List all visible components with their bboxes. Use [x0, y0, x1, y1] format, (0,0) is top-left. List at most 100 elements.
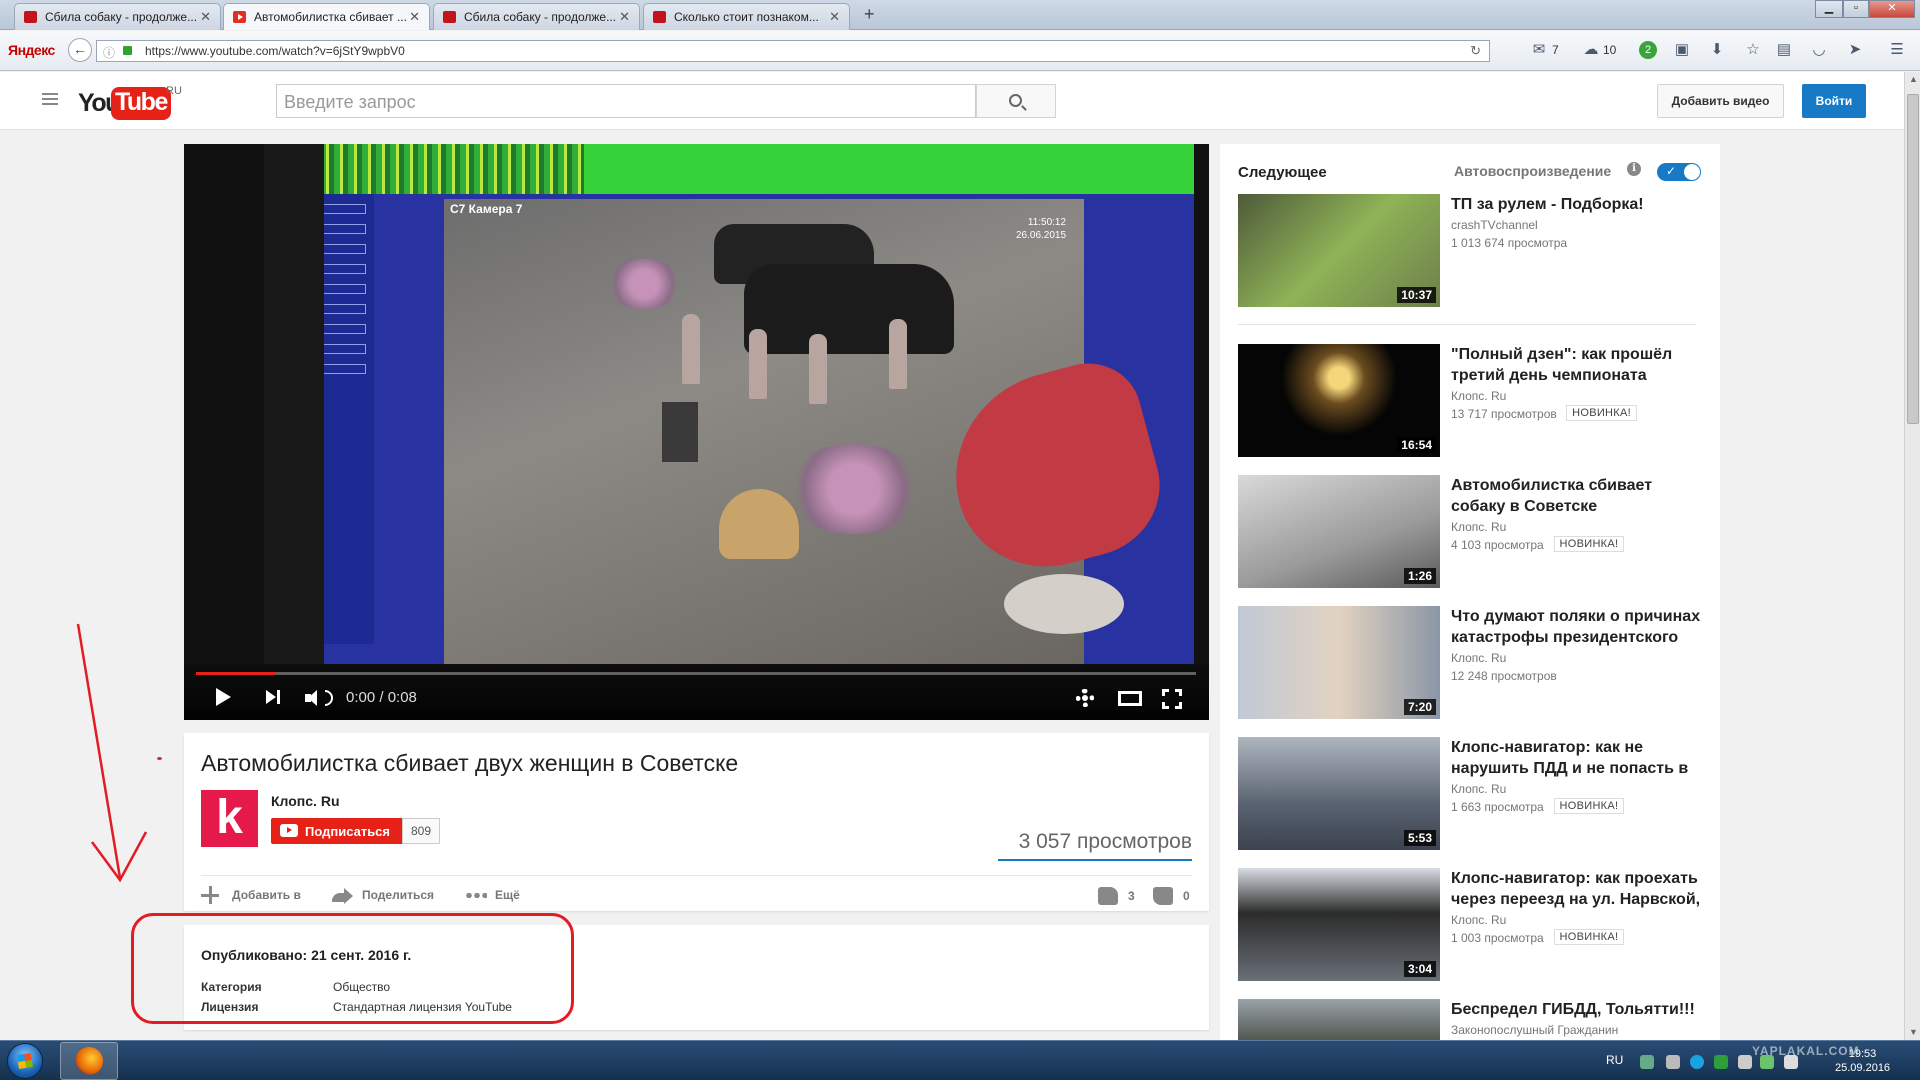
video-thumbnail[interactable]: 1:26 — [1238, 475, 1440, 588]
video-thumbnail[interactable] — [1238, 999, 1440, 1044]
close-window-button[interactable]: ✕ — [1869, 0, 1915, 18]
dislike-count: 0 — [1183, 889, 1190, 903]
video-title[interactable]: Клопс-навигатор: как проехать через пере… — [1451, 868, 1709, 910]
back-button[interactable]: ← — [68, 38, 92, 62]
yandex-brand[interactable]: Яндекс — [8, 42, 55, 58]
video-thumbnail[interactable]: 3:04 — [1238, 868, 1440, 981]
firefox-taskbar-button[interactable] — [60, 1042, 118, 1080]
video-duration: 3:04 — [1403, 961, 1436, 977]
video-thumbnail[interactable]: 7:20 — [1238, 606, 1440, 719]
next-icon[interactable] — [266, 690, 280, 704]
related-video-item[interactable]: 10:37 ТП за рулем - Подборка! crashTVchann… — [1238, 194, 1708, 307]
mail-icon[interactable]: ✉ — [1530, 41, 1548, 59]
annotation-dot — [157, 757, 162, 760]
search-placeholder: Введите запрос — [284, 92, 416, 112]
play-icon[interactable] — [216, 688, 231, 706]
dislike-icon[interactable] — [1153, 887, 1173, 905]
new-tab-icon[interactable]: + — [864, 4, 875, 25]
start-button[interactable] — [7, 1043, 43, 1079]
scrollbar-thumb[interactable] — [1907, 94, 1919, 424]
more-dots-icon[interactable] — [465, 893, 487, 898]
add-to-button[interactable]: Добавить в — [232, 888, 301, 902]
tab-close-icon[interactable]: ✕ — [829, 9, 840, 25]
menu-hamburger-icon[interactable]: ☰ — [1888, 41, 1906, 59]
scroll-down-icon[interactable]: ▼ — [1909, 1027, 1918, 1037]
scroll-up-icon[interactable]: ▲ — [1909, 74, 1918, 84]
browser-tab[interactable]: Сколько стоит познаком... ✕ — [643, 3, 850, 30]
search-button[interactable] — [976, 84, 1056, 118]
site-info-icon[interactable]: ⓘ — [103, 44, 115, 61]
divider — [201, 875, 1192, 876]
video-channel: Клопс. Ru — [1451, 651, 1507, 665]
sign-in-button[interactable]: Войти — [1802, 84, 1866, 118]
pocket-icon[interactable]: ◡ — [1810, 41, 1828, 59]
guide-menu-icon[interactable] — [42, 93, 58, 107]
related-video-item[interactable]: 7:20 Что думают поляки о причинах катастр… — [1238, 606, 1708, 719]
video-title[interactable]: Клопс-навигатор: как не нарушить ПДД и н… — [1451, 737, 1709, 779]
video-title[interactable]: Автомобилистка сбивает собаку в Советске — [1451, 475, 1709, 517]
notification-badge-icon[interactable]: 2 — [1639, 41, 1657, 59]
share-button[interactable]: Поделиться — [362, 888, 434, 902]
video-title[interactable]: Беспредел ГИБДД, Тольятти!!! — [1451, 999, 1709, 1020]
related-video-item[interactable]: 3:04 Клопс-навигатор: как проехать через … — [1238, 868, 1708, 981]
info-icon[interactable]: i — [1627, 162, 1641, 176]
tray-app-icon[interactable] — [1666, 1055, 1680, 1069]
reload-icon[interactable]: ↻ — [1470, 43, 1481, 59]
related-video-item[interactable]: 5:53 Клопс-навигатор: как не нарушить ПДД… — [1238, 737, 1708, 850]
tray-skype-icon[interactable] — [1690, 1055, 1704, 1069]
tab-title: Сколько стоит познаком... — [674, 10, 819, 24]
logo-tube: Tube — [111, 87, 171, 120]
theater-mode-icon[interactable] — [1118, 691, 1142, 706]
video-thumbnail[interactable]: 16:54 — [1238, 344, 1440, 457]
like-count: 3 — [1128, 889, 1135, 903]
search-input[interactable]: Введите запрос — [276, 84, 976, 118]
video-title[interactable]: "Полный дзен": как прошёл третий день че… — [1451, 344, 1709, 386]
camera-timestamp: 11:50:12 26.06.2015 — [1016, 217, 1067, 241]
channel-avatar[interactable]: k — [201, 790, 258, 847]
channel-name[interactable]: Клопс. Ru — [271, 793, 340, 809]
tray-utorrent-icon[interactable] — [1714, 1055, 1728, 1069]
tray-network-icon[interactable] — [1640, 1055, 1654, 1069]
video-title[interactable]: Что думают поляки о причинах катастрофы … — [1451, 606, 1709, 648]
tab-close-icon[interactable]: ✕ — [619, 9, 630, 25]
settings-gear-icon[interactable] — [1076, 689, 1094, 707]
send-icon[interactable]: ➤ — [1846, 41, 1864, 59]
upload-button[interactable]: Добавить видео — [1657, 84, 1784, 118]
tray-signal-icon[interactable] — [1738, 1055, 1752, 1069]
progress-bar[interactable] — [196, 672, 1196, 675]
more-button[interactable]: Ещё — [495, 888, 520, 902]
fullscreen-icon[interactable] — [1162, 689, 1182, 709]
browser-tab-active[interactable]: Автомобилистка сбивает ... ✕ — [223, 3, 430, 30]
address-bar[interactable]: ⓘ https://www.youtube.com/watch?v=6jStY9… — [96, 40, 1490, 62]
tab-close-icon[interactable]: ✕ — [200, 9, 211, 25]
video-player[interactable]: C7 Камера 7 11:50:12 26.06.2015 0:00 / 0:… — [184, 144, 1209, 720]
related-video-item[interactable]: 16:54 "Полный дзен": как прошёл третий де… — [1238, 344, 1708, 457]
weather-icon[interactable]: ☁ — [1582, 41, 1600, 59]
minimize-button[interactable]: ▁ — [1815, 0, 1843, 18]
page-scrollbar[interactable]: ▲ ▼ — [1904, 72, 1920, 1040]
video-thumbnail[interactable]: 10:37 — [1238, 194, 1440, 307]
progress-fill — [196, 672, 276, 675]
bookmarks-list-icon[interactable]: ▤ — [1775, 41, 1793, 59]
video-title[interactable]: ТП за рулем - Подборка! — [1451, 194, 1709, 215]
language-indicator[interactable]: RU — [1606, 1053, 1623, 1067]
autoplay-toggle[interactable]: ✓ — [1657, 163, 1701, 181]
scene-flowers — [784, 444, 924, 534]
volume-icon[interactable] — [305, 690, 325, 706]
share-icon[interactable] — [332, 888, 353, 904]
add-to-icon[interactable] — [201, 886, 219, 904]
scene-car — [744, 264, 954, 354]
sync-icon[interactable]: ▣ — [1673, 41, 1691, 59]
download-icon[interactable]: ⬇ — [1708, 41, 1726, 59]
bookmark-star-icon[interactable]: ☆ — [1744, 41, 1762, 59]
browser-tab[interactable]: Сбила собаку - продолже... ✕ — [433, 3, 640, 30]
related-video-item[interactable]: 1:26 Автомобилистка сбивает собаку в Сове… — [1238, 475, 1708, 588]
subscribe-button[interactable]: Подписаться — [271, 818, 402, 844]
related-sidebar: Следующее Автовоспроизведение i ✓ 10:37 Т… — [1220, 144, 1720, 1044]
youtube-play-icon — [280, 824, 298, 837]
video-thumbnail[interactable]: 5:53 — [1238, 737, 1440, 850]
maximize-button[interactable]: ▫ — [1843, 0, 1869, 18]
like-icon[interactable] — [1098, 887, 1118, 905]
browser-tab[interactable]: Сбила собаку - продолже... ✕ — [14, 3, 221, 30]
tab-close-icon[interactable]: ✕ — [409, 9, 420, 25]
